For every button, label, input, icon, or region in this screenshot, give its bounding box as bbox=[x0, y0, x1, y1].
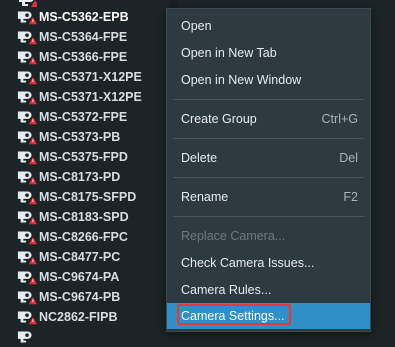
tree-item-label: MS-C5372-FPE bbox=[39, 110, 128, 124]
tree-item-camera[interactable]: MS-C8175-SFPD bbox=[0, 187, 170, 207]
tree-item-label: MS-C5375-FPD bbox=[39, 150, 128, 164]
menu-item-create-group[interactable]: Create Group Ctrl+G bbox=[167, 106, 370, 132]
camera-offline-icon bbox=[17, 171, 37, 185]
tree-item-camera[interactable]: MS-C5372-FPE bbox=[0, 107, 170, 127]
tree-item-camera[interactable]: MS-C5371-X12PE bbox=[0, 87, 170, 107]
tree-item-label: MS-C8266-FPC bbox=[39, 230, 128, 244]
camera-offline-icon bbox=[17, 131, 37, 145]
tree-item-camera[interactable]: MS-C8266-FPC bbox=[0, 227, 170, 247]
menu-separator bbox=[173, 138, 364, 139]
tree-item-label: MS-C5364-FPE bbox=[39, 30, 128, 44]
camera-offline-icon bbox=[17, 11, 37, 25]
menu-separator bbox=[173, 216, 364, 217]
menu-item-shortcut: Ctrl+G bbox=[321, 112, 358, 126]
tree-item-label: MS-C5362-EPB bbox=[39, 10, 129, 24]
tree-item-camera[interactable]: MS-C5371-X12PE bbox=[0, 67, 170, 87]
menu-item-label: Open in New Tab bbox=[181, 46, 277, 60]
camera-offline-icon bbox=[17, 31, 37, 45]
menu-item-label: Create Group bbox=[181, 112, 257, 126]
tree-item-camera[interactable]: MS-C9674-PA bbox=[0, 267, 170, 287]
camera-offline-icon bbox=[17, 91, 37, 105]
menu-item-label: Replace Camera... bbox=[181, 229, 286, 243]
menu-item-shortcut: F2 bbox=[343, 190, 358, 204]
tree-item-camera[interactable]: MS-C9674-PB bbox=[0, 287, 170, 307]
context-menu: Open Open in New Tab Open in New Window … bbox=[166, 8, 371, 332]
menu-item-camera-settings[interactable]: Camera Settings... bbox=[167, 303, 370, 329]
tree-item-camera[interactable]: MS-C5373-PB bbox=[0, 127, 170, 147]
camera-offline-icon bbox=[17, 271, 37, 285]
resource-tree: MS-C5362-EPB MS-C5364-FPE MS-C5366-FPE M… bbox=[0, 0, 170, 343]
menu-item-replace-camera: Replace Camera... bbox=[167, 223, 370, 249]
menu-separator bbox=[173, 177, 364, 178]
menu-item-label: Open bbox=[181, 19, 212, 33]
tree-item-label: NC2862-FIPB bbox=[39, 310, 118, 324]
tree-item-label: MS-C9674-PA bbox=[39, 270, 120, 284]
tree-item-label: MS-C5371-X12PE bbox=[39, 70, 142, 84]
camera-offline-icon bbox=[17, 71, 37, 85]
tree-item-label: MS-C8175-SFPD bbox=[39, 190, 137, 204]
tree-item-camera[interactable]: MS-C5366-FPE bbox=[0, 47, 170, 67]
tree-item-camera[interactable]: MS-C8173-PD bbox=[0, 167, 170, 187]
tree-item-partial[interactable] bbox=[0, 327, 170, 347]
menu-item-shortcut: Del bbox=[339, 151, 358, 165]
camera-offline-icon bbox=[17, 191, 37, 205]
menu-item-label: Camera Rules... bbox=[181, 283, 272, 297]
tree-item-label: MS-C8173-PD bbox=[39, 170, 121, 184]
camera-offline-icon bbox=[17, 231, 37, 245]
menu-item-rename[interactable]: Rename F2 bbox=[167, 184, 370, 210]
camera-offline-icon bbox=[17, 311, 37, 325]
menu-item-delete[interactable]: Delete Del bbox=[167, 145, 370, 171]
tree-item-label: MS-C9674-PB bbox=[39, 290, 121, 304]
menu-item-open-new-tab[interactable]: Open in New Tab bbox=[167, 40, 370, 66]
camera-offline-icon bbox=[17, 51, 37, 65]
tree-item-label: MS-C5373-PB bbox=[39, 130, 121, 144]
camera-offline-icon bbox=[17, 111, 37, 125]
camera-offline-icon bbox=[17, 331, 32, 343]
tree-item-camera[interactable]: NC2862-FIPB bbox=[0, 307, 170, 327]
camera-offline-icon bbox=[17, 151, 37, 165]
tree-item-label: MS-C8183-SPD bbox=[39, 210, 129, 224]
tree-item-camera[interactable]: MS-C8183-SPD bbox=[0, 207, 170, 227]
tree-item-camera[interactable]: MS-C5364-FPE bbox=[0, 27, 170, 47]
tree-item-camera[interactable]: MS-C5362-EPB bbox=[0, 7, 170, 27]
menu-item-label: Delete bbox=[181, 151, 218, 165]
menu-item-open[interactable]: Open bbox=[167, 13, 370, 39]
menu-item-open-new-window[interactable]: Open in New Window bbox=[167, 67, 370, 93]
camera-offline-icon bbox=[17, 291, 37, 305]
tree-item-label: MS-C8477-PC bbox=[39, 250, 121, 264]
camera-offline-icon bbox=[17, 251, 37, 265]
menu-item-label: Open in New Window bbox=[181, 73, 302, 87]
tree-item-camera[interactable]: MS-C5375-FPD bbox=[0, 147, 170, 167]
tree-item-label: MS-C5371-X12PE bbox=[39, 90, 142, 104]
menu-separator bbox=[173, 99, 364, 100]
menu-item-label: Check Camera Issues... bbox=[181, 256, 315, 270]
menu-item-camera-rules[interactable]: Camera Rules... bbox=[167, 277, 370, 303]
camera-offline-icon bbox=[17, 211, 37, 225]
menu-item-label: Camera Settings... bbox=[181, 309, 285, 323]
tree-item-label: MS-C5366-FPE bbox=[39, 50, 128, 64]
menu-item-check-camera-issues[interactable]: Check Camera Issues... bbox=[167, 250, 370, 276]
tree-item-camera[interactable]: MS-C8477-PC bbox=[0, 247, 170, 267]
menu-item-label: Rename bbox=[181, 190, 229, 204]
